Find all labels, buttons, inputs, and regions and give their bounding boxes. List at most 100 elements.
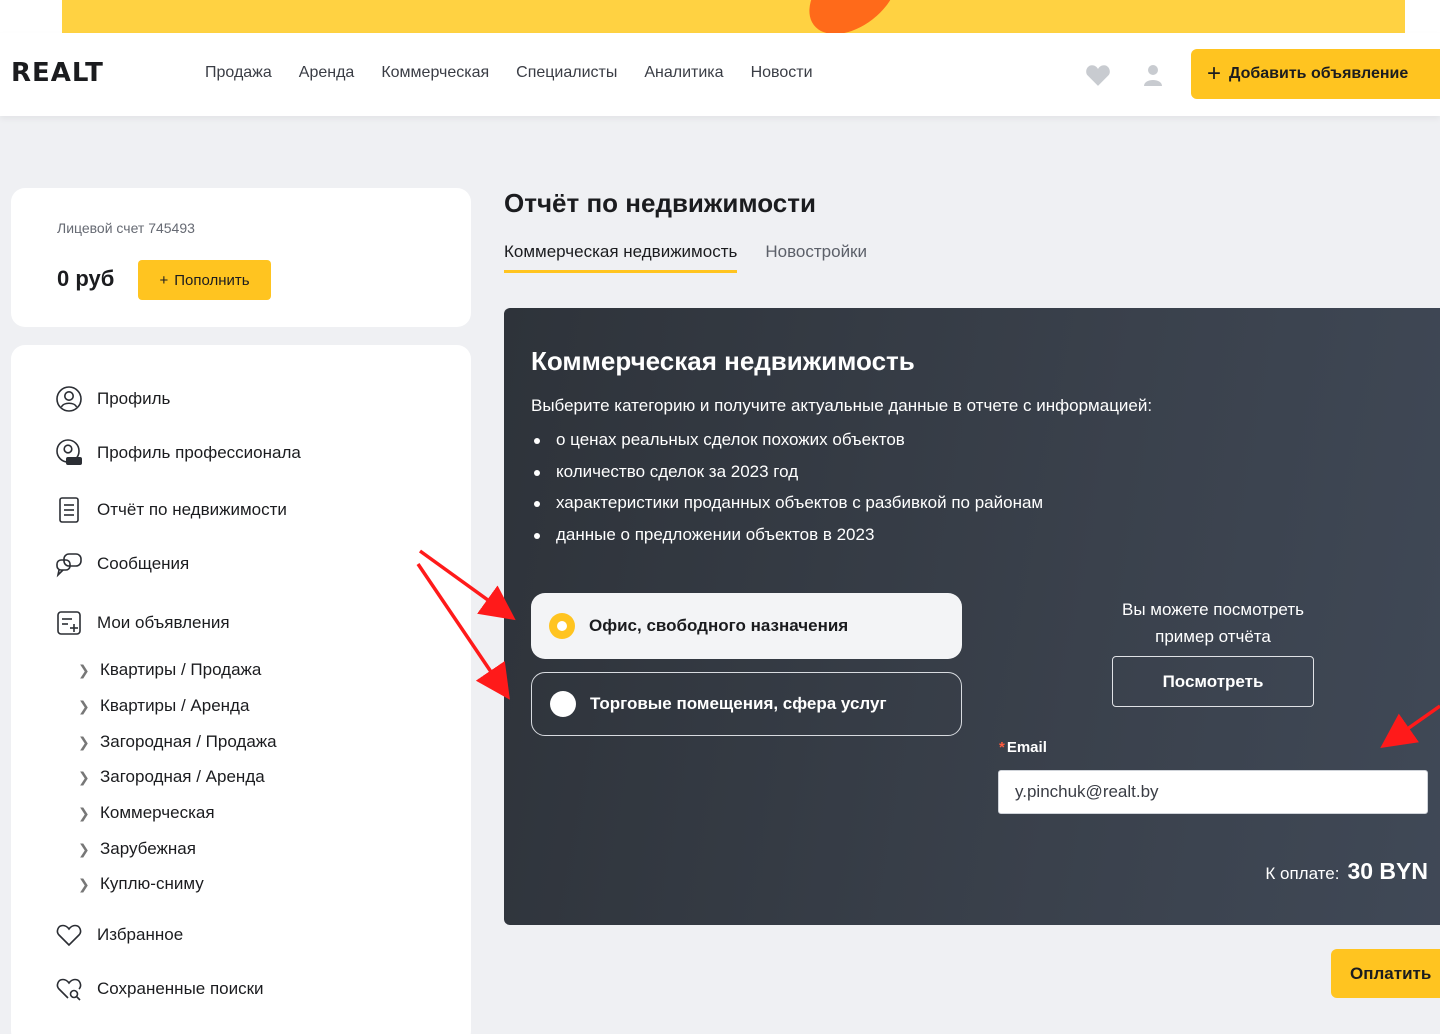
chat-icon <box>55 550 83 578</box>
list-item-text: данные о предложении объектов в 2023 <box>556 524 875 544</box>
sidebar-item-profile[interactable]: Профиль <box>55 385 170 413</box>
chevron-right-icon: ❯ <box>78 875 90 892</box>
panel-title: Коммерческая недвижимость <box>531 346 915 376</box>
sidebar-item-label: Отчёт по недвижимости <box>97 500 287 519</box>
option-retail[interactable]: Торговые помещения, сфера услуг <box>531 672 962 736</box>
sub-item-label: Зарубежная <box>100 839 196 858</box>
nav-analytics[interactable]: Аналитика <box>644 64 723 82</box>
add-listing-button[interactable]: + Добавить объявление <box>1191 49 1440 99</box>
feature-list: о ценах реальных сделок похожих объектов… <box>534 430 1043 556</box>
sub-item-country-rent[interactable]: ❯ Загородная / Аренда <box>78 767 265 787</box>
chevron-right-icon: ❯ <box>78 661 90 678</box>
list-item: количество сделок за 2023 год <box>534 462 1043 494</box>
sub-item-label: Загородная / Аренда <box>100 767 265 786</box>
heart-outline-icon <box>55 921 83 949</box>
bullet-icon <box>534 469 540 476</box>
nav-rent[interactable]: Аренда <box>299 64 355 82</box>
plus-icon: + <box>159 271 169 289</box>
list-item-text: о ценах реальных сделок похожих объектов <box>556 430 905 449</box>
heart-icon[interactable] <box>1085 63 1111 87</box>
user-icon[interactable] <box>1140 63 1166 87</box>
option-office[interactable]: Офис, свободного назначения <box>531 593 962 659</box>
bullet-icon <box>534 532 540 539</box>
topup-button[interactable]: + Пополнить <box>138 260 271 300</box>
example-report-text: Вы можете посмотреть пример отчёта <box>1104 596 1322 650</box>
saved-search-icon <box>55 975 83 1003</box>
site-header: REALT Продажа Аренда Коммерческая Специа… <box>0 33 1440 116</box>
account-number: Лицевой счет 745493 <box>57 220 195 236</box>
list-item: о ценах реальных сделок похожих объектов <box>534 430 1043 462</box>
required-marker: * <box>999 739 1005 756</box>
sidebar-item-pro-profile[interactable]: Профиль профессионала <box>55 439 301 467</box>
sidebar-item-label: Сохраненные поиски <box>97 979 264 998</box>
chevron-right-icon: ❯ <box>78 768 90 785</box>
site-logo[interactable]: REALT <box>11 58 104 88</box>
radio-selected-icon[interactable] <box>549 613 575 639</box>
sub-item-commercial[interactable]: ❯ Коммерческая <box>78 803 215 823</box>
sub-item-flats-sale[interactable]: ❯ Квартиры / Продажа <box>78 660 261 680</box>
email-label: * Email <box>999 739 1047 756</box>
banner-graphic <box>794 0 900 33</box>
chevron-right-icon: ❯ <box>78 733 90 750</box>
user-circle-icon <box>55 385 83 413</box>
panel-intro: Выберите категорию и получите актуальные… <box>531 396 1153 415</box>
pro-profile-icon <box>55 439 83 467</box>
chevron-right-icon: ❯ <box>78 697 90 714</box>
nav-sale[interactable]: Продажа <box>205 64 272 82</box>
main-nav: Продажа Аренда Коммерческая Специалисты … <box>205 64 813 82</box>
sidebar-item-favorites[interactable]: Избранное <box>55 921 183 949</box>
promo-banner[interactable] <box>62 0 1405 33</box>
option-label: Торговые помещения, сфера услуг <box>590 694 887 713</box>
report-panel: Коммерческая недвижимость Выберите катег… <box>504 308 1440 925</box>
plus-icon: + <box>1207 60 1222 87</box>
sub-item-flats-rent[interactable]: ❯ Квартиры / Аренда <box>78 696 249 716</box>
example-text-line: пример отчёта <box>1155 627 1271 646</box>
top-banner[interactable] <box>0 0 1440 33</box>
sub-item-country-sale[interactable]: ❯ Загородная / Продажа <box>78 732 277 752</box>
page-title: Отчёт по недвижимости <box>504 188 816 218</box>
email-label-text: Email <box>1006 739 1047 756</box>
email-field[interactable] <box>998 770 1428 814</box>
option-label: Офис, свободного назначения <box>589 616 849 635</box>
report-tabs: Коммерческая недвижимость Новостройки <box>504 242 867 273</box>
pay-label: К оплате: <box>1265 864 1340 883</box>
bullet-icon <box>534 438 540 444</box>
example-text-line: Вы можете посмотреть <box>1122 600 1304 619</box>
payment-summary: К оплате: 30 BYN <box>1244 858 1428 885</box>
bullet-icon <box>534 501 540 507</box>
sidebar-item-label: Избранное <box>97 925 184 944</box>
chevron-right-icon: ❯ <box>78 804 90 821</box>
pay-amount: 30 BYN <box>1347 858 1428 884</box>
list-item: данные о предложении объектов в 2023 <box>534 525 1043 557</box>
sub-item-label: Квартиры / Продажа <box>100 660 262 679</box>
sub-item-label: Коммерческая <box>100 803 215 822</box>
sidebar-item-label: Мои объявления <box>97 613 230 632</box>
nav-commercial[interactable]: Коммерческая <box>381 64 489 82</box>
tab-commercial[interactable]: Коммерческая недвижимость <box>504 242 738 273</box>
sidebar-item-messages[interactable]: Сообщения <box>55 550 189 578</box>
sidebar-item-report[interactable]: Отчёт по недвижимости <box>55 496 287 524</box>
listing-icon <box>55 609 83 637</box>
pay-button[interactable]: Оплатить <box>1331 949 1440 998</box>
add-listing-label: Добавить объявление <box>1229 65 1409 82</box>
radio-unselected-icon[interactable] <box>550 691 576 717</box>
tab-new-buildings[interactable]: Новостройки <box>765 242 867 273</box>
document-icon <box>55 496 83 524</box>
list-item-text: характеристики проданных объектов с разб… <box>556 493 1044 512</box>
chevron-right-icon: ❯ <box>78 840 90 857</box>
sidebar-menu: Профиль Профиль профессионала Отчёт по н… <box>11 345 471 1034</box>
account-balance: 0 руб <box>57 266 115 291</box>
nav-specialists[interactable]: Специалисты <box>516 64 617 82</box>
sidebar-item-my-listings[interactable]: Мои объявления <box>55 609 230 637</box>
nav-news[interactable]: Новости <box>751 64 813 82</box>
sub-item-label: Загородная / Продажа <box>100 732 277 751</box>
list-item: характеристики проданных объектов с разб… <box>534 493 1043 525</box>
list-item-text: количество сделок за 2023 год <box>556 461 799 481</box>
sub-item-label: Куплю-сниму <box>100 874 204 893</box>
sidebar-item-saved-searches[interactable]: Сохраненные поиски <box>55 975 264 1003</box>
account-card: Лицевой счет 745493 0 руб + Пополнить <box>11 188 471 327</box>
view-example-button[interactable]: Посмотреть <box>1112 656 1314 707</box>
sub-item-buy-rent[interactable]: ❯ Куплю-сниму <box>78 874 204 894</box>
sub-item-abroad[interactable]: ❯ Зарубежная <box>78 839 196 859</box>
sidebar-item-label: Профиль профессионала <box>97 443 301 462</box>
